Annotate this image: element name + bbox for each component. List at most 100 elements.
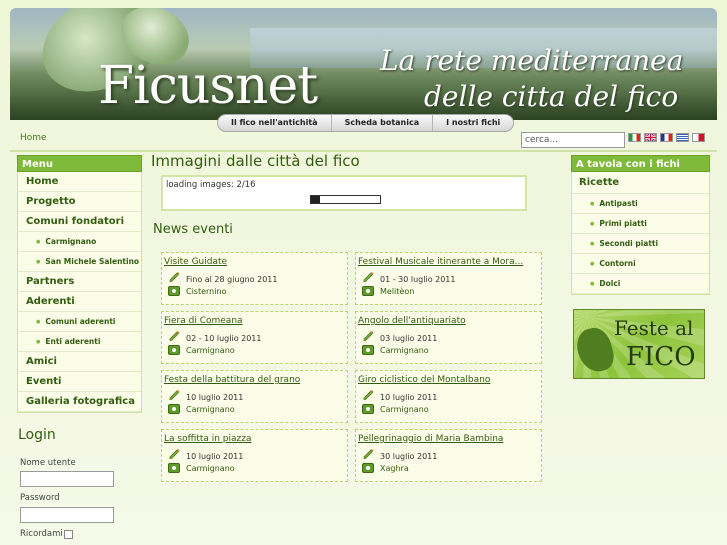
tagline-line1: La rete mediterranea — [380, 44, 684, 77]
right-menu-list: Ricette Antipasti Primi piatti Secondi p… — [571, 172, 710, 295]
news-card: Fiera di Comeana 02 - 10 luglio 2011 Car… — [161, 311, 348, 364]
login-title: Login — [18, 427, 56, 443]
news-card-place[interactable]: Carmignano — [380, 405, 429, 414]
news-title: News eventi — [153, 222, 233, 237]
news-card-place[interactable]: Carmignano — [186, 464, 235, 473]
menu-item-galleria[interactable]: Galleria fotografica — [18, 392, 141, 412]
loading-progress-fill — [311, 196, 320, 203]
menu-title: Menu — [17, 155, 142, 172]
pencil-icon — [169, 331, 180, 341]
pencil-icon — [363, 331, 374, 341]
site-logo[interactable]: Ficusnet — [98, 56, 318, 116]
news-card-place[interactable]: Carmignano — [380, 346, 429, 355]
news-card-title[interactable]: Angolo dell'antiquariato — [358, 316, 466, 326]
news-card-place[interactable]: Cisternino — [186, 287, 226, 296]
news-card-place[interactable]: Melitèon — [380, 287, 414, 296]
news-card: Pellegrinaggio di Maria Bambina 30 lugli… — [355, 429, 542, 482]
menu-item-ricette[interactable]: Ricette — [572, 172, 709, 194]
password-label: Password — [20, 493, 60, 503]
menu-subitem-carmignano[interactable]: Carmignano — [18, 232, 141, 252]
menu-subitem-antipasti[interactable]: Antipasti — [572, 194, 709, 214]
breadcrumb[interactable]: Home — [20, 133, 47, 143]
menu-list: Home Progetto Comuni fondatori Carmignan… — [17, 172, 142, 413]
right-menu-title: A tavola con i fichi — [571, 155, 710, 172]
news-card-date: Fino al 28 giugno 2011 — [186, 275, 278, 284]
news-card-place[interactable]: Carmignano — [186, 405, 235, 414]
topnav-fico-antichita[interactable]: Il fico nell'antichità — [218, 115, 332, 131]
news-card-place[interactable]: Xaghra — [380, 464, 409, 473]
remember-label: Ricordami — [20, 529, 63, 539]
menu-subitem-san-michele[interactable]: San Michele Salentino — [18, 252, 141, 272]
maltese-flag-icon[interactable] — [692, 133, 705, 142]
topnav-nostri-fichi[interactable]: I nostri fichi — [433, 115, 513, 131]
pencil-icon — [169, 390, 180, 400]
news-card: Festival Musicale itinerante a Mora... 0… — [355, 252, 542, 305]
header-divider — [10, 150, 717, 152]
news-card: Festa della battitura del grano 10 lugli… — [161, 370, 348, 423]
news-card-title[interactable]: Giro ciclistico del Montalbano — [358, 375, 490, 385]
french-flag-icon[interactable] — [660, 133, 673, 142]
uk-flag-icon[interactable] — [644, 133, 657, 142]
topnav-scheda-botanica[interactable]: Scheda botanica — [332, 115, 434, 131]
menu-item-aderenti[interactable]: Aderenti — [18, 292, 141, 312]
menu-item-home[interactable]: Home — [18, 172, 141, 192]
location-icon — [362, 463, 374, 473]
tagline-line2: delle citta del fico — [424, 80, 679, 113]
menu-subitem-contorni[interactable]: Contorni — [572, 254, 709, 274]
news-card: Giro ciclistico del Montalbano 10 luglio… — [355, 370, 542, 423]
loading-text: loading images: 2/16 — [166, 180, 256, 190]
username-label: Nome utente — [20, 458, 76, 468]
remember-checkbox[interactable] — [64, 530, 73, 539]
username-input[interactable] — [20, 471, 114, 487]
news-card-date: 02 - 10 luglio 2011 — [186, 334, 262, 343]
feste-al-fico-banner[interactable]: Feste al FICO — [573, 309, 705, 379]
loading-progress-bar — [310, 195, 381, 204]
news-card-title[interactable]: Pellegrinaggio di Maria Bambina — [358, 434, 503, 444]
menu-item-amici[interactable]: Amici — [18, 352, 141, 372]
news-card-date: 01 - 30 luglio 2011 — [380, 275, 456, 284]
news-card-title[interactable]: Fiera di Comeana — [164, 316, 243, 326]
banner-line2: FICO — [626, 342, 696, 372]
language-flags — [628, 133, 705, 142]
news-card-place[interactable]: Carmignano — [186, 346, 235, 355]
italian-flag-icon[interactable] — [628, 133, 641, 142]
news-card-title[interactable]: Festa della battitura del grano — [164, 375, 300, 385]
news-card-date: 03 luglio 2011 — [380, 334, 438, 343]
location-icon — [362, 404, 374, 414]
news-card-title[interactable]: Visite Guidate — [164, 257, 227, 267]
banner-line1: Feste al — [614, 316, 694, 340]
news-card-title[interactable]: Festival Musicale itinerante a Mora... — [358, 257, 523, 267]
news-card-date: 10 luglio 2011 — [380, 393, 438, 402]
top-navigation: Il fico nell'antichità Scheda botanica I… — [217, 114, 515, 132]
right-menu: A tavola con i fichi Ricette Antipasti P… — [571, 155, 710, 295]
menu-subitem-enti-aderenti[interactable]: Enti aderenti — [18, 332, 141, 352]
gallery-title: Immagini dalle città del fico — [151, 152, 360, 170]
news-card-date: 30 luglio 2011 — [380, 452, 438, 461]
location-icon — [168, 463, 180, 473]
menu-subitem-comuni-aderenti[interactable]: Comuni aderenti — [18, 312, 141, 332]
password-input[interactable] — [20, 507, 114, 523]
menu-subitem-dolci[interactable]: Dolci — [572, 274, 709, 294]
search-input[interactable] — [521, 132, 625, 148]
news-card: Angolo dell'antiquariato 03 luglio 2011 … — [355, 311, 542, 364]
left-menu: Menu Home Progetto Comuni fondatori Carm… — [17, 155, 142, 413]
news-card-title[interactable]: La soffitta in piazza — [164, 434, 251, 444]
news-card-date: 10 luglio 2011 — [186, 393, 244, 402]
menu-item-progetto[interactable]: Progetto — [18, 192, 141, 212]
pencil-icon — [363, 390, 374, 400]
menu-subitem-primi-piatti[interactable]: Primi piatti — [572, 214, 709, 234]
header-banner: Ficusnet La rete mediterranea delle citt… — [10, 8, 717, 120]
menu-item-eventi[interactable]: Eventi — [18, 372, 141, 392]
news-card: Visite Guidate Fino al 28 giugno 2011 Ci… — [161, 252, 348, 305]
news-card-date: 10 luglio 2011 — [186, 452, 244, 461]
menu-item-comuni-fondatori[interactable]: Comuni fondatori — [18, 212, 141, 232]
pencil-icon — [169, 449, 180, 459]
menu-item-partners[interactable]: Partners — [18, 272, 141, 292]
page: Ficusnet La rete mediterranea delle citt… — [0, 0, 727, 545]
location-icon — [168, 404, 180, 414]
location-icon — [362, 286, 374, 296]
location-icon — [168, 345, 180, 355]
menu-subitem-secondi-piatti[interactable]: Secondi piatti — [572, 234, 709, 254]
pencil-icon — [363, 449, 374, 459]
greek-flag-icon[interactable] — [676, 133, 689, 142]
